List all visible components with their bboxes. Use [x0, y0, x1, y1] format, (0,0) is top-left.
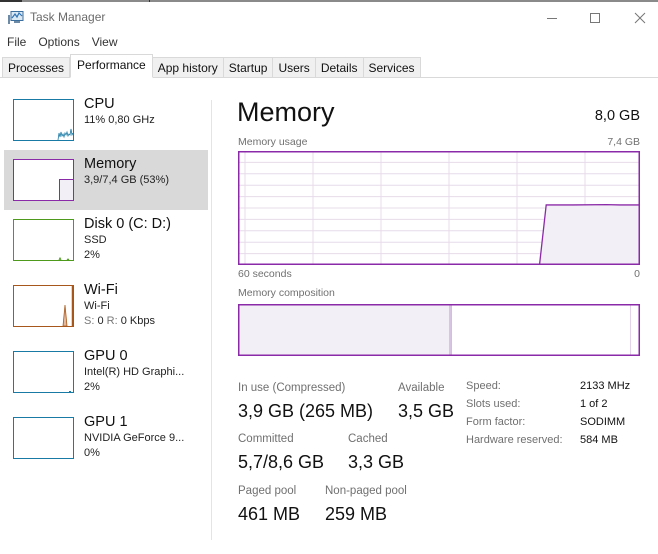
spec-label: Form factor:: [466, 416, 526, 428]
stat-cached: Cached 3,3 GB: [348, 432, 404, 473]
sidebar-item-memory[interactable]: Memory 3,9/7,4 GB (53%): [4, 150, 208, 210]
spec-value: 584 MB: [580, 434, 618, 446]
spec-value: 2133 MHz: [580, 380, 631, 392]
cached-value: 3,3 GB: [348, 452, 405, 472]
window-title: Task Manager: [30, 10, 106, 24]
committed-value: 5,7/8,6 GB: [238, 452, 325, 472]
composition-segment-standby[interactable]: [451, 304, 631, 356]
tab-services[interactable]: Services: [363, 57, 421, 78]
tab-details[interactable]: Details: [315, 57, 364, 78]
menu-bar: File Options View: [0, 32, 658, 52]
minimize-button[interactable]: [529, 6, 575, 30]
memory-composition-chart: [238, 304, 640, 356]
stat-paged-pool: Paged pool 461 MB: [238, 484, 300, 525]
sidebar-item-name: GPU 1: [84, 414, 128, 430]
spec-row: Speed: 2133 MHz: [466, 380, 630, 398]
stat-committed: Committed 5,7/8,6 GB: [238, 432, 324, 473]
stat-in-use: In use (Compressed) 3,9 GB (265 MB): [238, 381, 373, 422]
resource-sidebar: CPU 11% 0,80 GHz Memory 3,9/7,4 GB (53%)…: [0, 78, 212, 554]
menu-view[interactable]: View: [86, 32, 124, 52]
receive-value: 0 Kbps: [120, 315, 155, 327]
sidebar-item-cpu[interactable]: CPU 11% 0,80 GHz: [4, 90, 208, 150]
disk-thumbnail-graph: [13, 219, 74, 261]
memory-thumbnail-graph: [13, 159, 74, 201]
tab-processes[interactable]: Processes: [2, 57, 71, 78]
sidebar-item-detail: 3,9/7,4 GB (53%): [84, 174, 169, 186]
spec-row: Hardware reserved: 584 MB: [466, 434, 630, 452]
memory-usage-chart: [238, 151, 640, 265]
spec-value: SODIMM: [580, 416, 626, 428]
tab-startup[interactable]: Startup: [223, 57, 274, 78]
send-value: 0: [97, 315, 104, 327]
sidebar-item-wifi[interactable]: Wi-Fi Wi-Fi S: 0 R: 0 Kbps: [4, 276, 208, 336]
sidebar-item-detail: Wi-Fi: [84, 300, 110, 312]
tab-performance[interactable]: Performance: [70, 54, 153, 78]
composition-segment-in-use[interactable]: [238, 304, 450, 356]
usage-chart-label: Memory usage: [238, 136, 308, 148]
usage-chart-x-left: 60 seconds: [238, 268, 292, 280]
sidebar-item-detail: NVIDIA GeForce 9...: [84, 432, 185, 444]
stat-non-paged-pool: Non-paged pool 259 MB: [325, 484, 407, 525]
sidebar-item-name: Memory: [84, 156, 137, 172]
sidebar-item-detail: 11% 0,80 GHz: [84, 114, 155, 126]
spec-value: 1 of 2: [580, 398, 608, 410]
hardware-specs: Speed: 2133 MHz Slots used: 1 of 2 Form …: [466, 380, 630, 452]
sidebar-item-throughput: S: 0 R: 0 Kbps: [84, 314, 155, 329]
sidebar-item-name: CPU: [84, 96, 115, 112]
non-paged-pool-label: Non-paged pool: [325, 485, 407, 497]
tab-app-history[interactable]: App history: [152, 57, 224, 78]
in-use-value: 3,9 GB (265 MB): [238, 401, 374, 421]
tab-strip: Processes Performance App history Startu…: [0, 52, 658, 78]
cpu-thumbnail-graph: [13, 99, 74, 141]
sidebar-item-detail: Intel(R) HD Graphi...: [84, 366, 185, 378]
spec-row: Slots used: 1 of 2: [466, 398, 630, 416]
spec-label: Hardware reserved:: [466, 434, 563, 446]
maximize-button[interactable]: [572, 6, 618, 30]
title-bar[interactable]: Task Manager: [0, 2, 658, 32]
wifi-thumbnail-graph: [13, 285, 74, 327]
menu-options[interactable]: Options: [32, 32, 85, 52]
sidebar-item-gpu-1[interactable]: GPU 1 NVIDIA GeForce 9... 0%: [4, 408, 208, 468]
available-label: Available: [398, 382, 445, 394]
paged-pool-label: Paged pool: [238, 485, 297, 497]
task-manager-icon: [8, 11, 24, 24]
usage-chart-x-right: 0: [634, 268, 640, 280]
usage-chart-max: 7,4 GB: [607, 136, 640, 148]
sidebar-item-usage: 2%: [84, 249, 100, 261]
minimize-icon: [547, 18, 557, 19]
maximize-icon: [590, 13, 600, 23]
non-paged-pool-value: 259 MB: [325, 504, 388, 524]
menu-file[interactable]: File: [0, 32, 32, 52]
receive-label: R:: [106, 315, 118, 327]
sidebar-item-detail: SSD: [84, 234, 107, 246]
page-title: Memory: [237, 97, 335, 127]
spec-row: Form factor: SODIMM: [466, 416, 630, 434]
tab-users[interactable]: Users: [273, 57, 316, 78]
sidebar-item-usage: 0%: [84, 447, 100, 459]
sidebar-item-name: Wi-Fi: [84, 282, 118, 298]
close-button[interactable]: [617, 6, 658, 30]
send-label: S:: [84, 315, 95, 327]
paged-pool-value: 461 MB: [238, 504, 301, 524]
total-memory: 8,0 GB: [594, 108, 640, 124]
composition-chart-label: Memory composition: [238, 287, 335, 299]
sidebar-item-usage: 2%: [84, 381, 100, 393]
in-use-label: In use (Compressed): [238, 382, 346, 394]
sidebar-item-gpu-0[interactable]: GPU 0 Intel(R) HD Graphi... 2%: [4, 342, 208, 402]
sidebar-item-name: Disk 0 (C: D:): [84, 216, 171, 232]
sidebar-divider[interactable]: [211, 100, 212, 540]
committed-label: Committed: [238, 433, 294, 445]
gpu0-thumbnail-graph: [13, 351, 74, 393]
gpu1-thumbnail-graph: [13, 417, 74, 459]
stat-available: Available 3,5 GB: [398, 381, 454, 422]
spec-label: Speed:: [466, 380, 501, 392]
memory-detail-panel: Memory 8,0 GB Memory usage 7,4 GB 60 sec…: [224, 78, 658, 554]
spec-label: Slots used:: [466, 398, 521, 410]
sidebar-item-disk-0[interactable]: Disk 0 (C: D:) SSD 2%: [4, 210, 208, 270]
sidebar-item-name: GPU 0: [84, 348, 128, 364]
available-value: 3,5 GB: [398, 401, 455, 421]
close-icon: [634, 12, 646, 24]
cached-label: Cached: [348, 433, 388, 445]
